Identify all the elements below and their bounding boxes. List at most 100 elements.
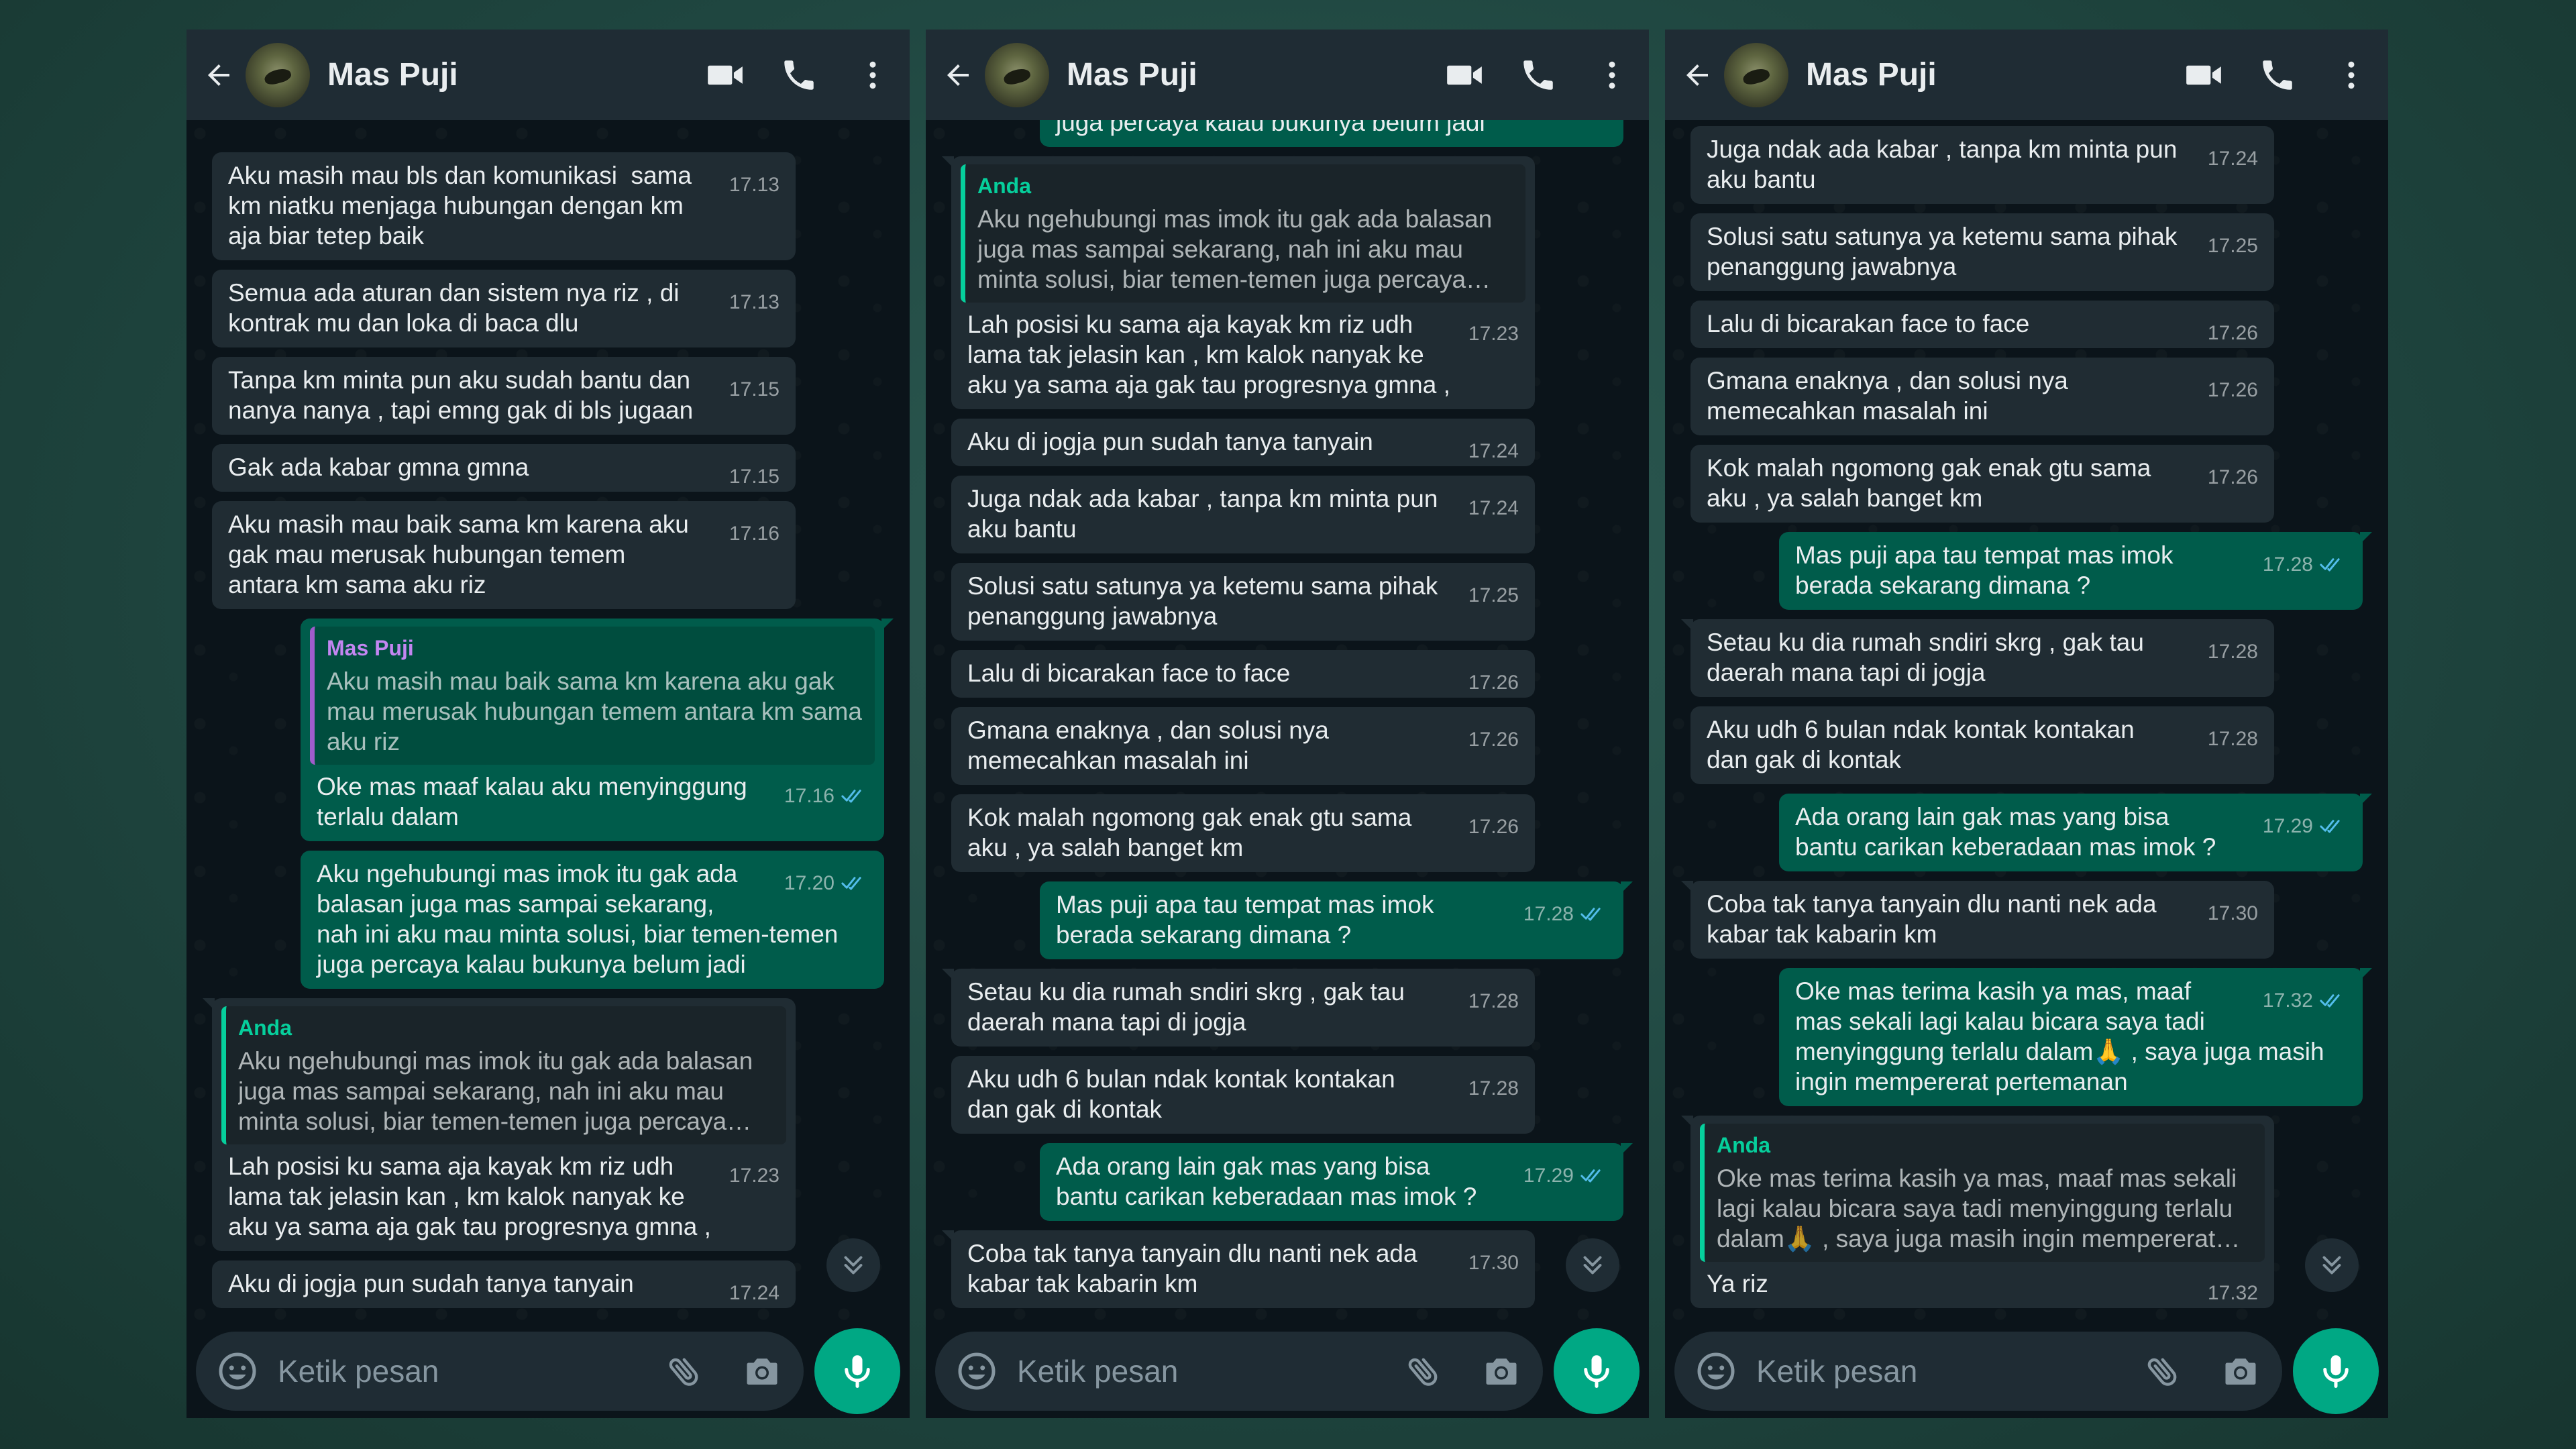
voice-call-icon[interactable] [762, 42, 836, 109]
more-options-icon[interactable] [1575, 42, 1649, 109]
message-bubble[interactable]: 17.16 Aku masih mau baik sama km karena a… [212, 501, 796, 609]
message-bubble[interactable]: 17.26 Gmana enaknya , dan solusi nya meme… [951, 707, 1535, 785]
message-time: 17.26 [2207, 322, 2258, 344]
voice-call-icon[interactable] [2241, 42, 2314, 109]
message-bubble[interactable]: 17.24 Aku di jogja pun sudah tanya tanyai… [212, 1260, 796, 1308]
quoted-message[interactable]: Anda Aku ngehubungi mas imok itu gak ada … [961, 164, 1525, 303]
chat-area[interactable]: 17.13 Aku masih mau bls dan komunikasi sa… [186, 120, 910, 1324]
attach-icon[interactable] [1398, 1346, 1449, 1397]
more-options-icon[interactable] [836, 42, 910, 109]
message-bubble[interactable]: 17.30 Coba tak tanya tanyain dlu nanti ne… [1681, 881, 2274, 959]
mic-icon[interactable] [1554, 1328, 1640, 1414]
avatar[interactable] [1724, 42, 1788, 107]
message-text: Solusi satu satunya ya ketemu sama pihak… [967, 572, 1445, 630]
attach-icon[interactable] [659, 1346, 710, 1397]
video-call-icon[interactable] [1428, 42, 1501, 109]
video-call-icon[interactable] [2167, 42, 2241, 109]
more-options-icon-glyph [869, 61, 876, 89]
message-bubble[interactable]: 17.26 Gmana enaknya , dan solusi nya meme… [1690, 358, 2274, 435]
message-input-box[interactable]: Ketik pesan [196, 1332, 804, 1411]
message-bubble[interactable]: 17.28 Setau ku dia rumah sndiri skrg , ga… [942, 969, 1535, 1046]
chat-area[interactable]: 17.24 Juga ndak ada kabar , tanpa km mint… [1665, 120, 2388, 1324]
message-bubble[interactable]: 17.25 Solusi satu satunya ya ketemu sama … [1690, 213, 2274, 291]
message-bubble[interactable]: Anda Oke mas terima kasih ya mas, maaf ma… [1681, 1116, 2274, 1308]
message-bubble[interactable]: 17.15 Tanpa km minta pun aku sudah bantu … [212, 357, 796, 435]
emoji-icon[interactable] [212, 1346, 263, 1397]
read-ticks-icon-glyph [841, 877, 861, 890]
message-bubble[interactable]: 17.26 Lalu di bicarakan face to face [1690, 301, 2274, 348]
video-call-icon-glyph [2186, 65, 2221, 85]
message-input-box[interactable]: Ketik pesan [1674, 1332, 2282, 1411]
message-meta: 17.23 [1468, 319, 1519, 349]
read-ticks-icon-glyph [2320, 820, 2340, 833]
message-bubble[interactable]: 17.13 Aku masih mau bls dan komunikasi sa… [212, 152, 796, 260]
message-bubble[interactable]: 17.28 Setau ku dia rumah sndiri skrg , ga… [1681, 619, 2274, 697]
message-bubble[interactable]: Mas Puji Aku masih mau baik sama km karen… [301, 619, 894, 841]
message-bubble[interactable]: 17.13 Semua ada aturan dan sistem nya riz… [212, 270, 796, 347]
message-bubble[interactable]: 17.29 Ada orang lain gak mas yang bisa ba… [1779, 794, 2372, 871]
scroll-to-bottom-icon[interactable] [2305, 1238, 2359, 1292]
message-meta: 17.26 [1468, 667, 1519, 698]
contact-name[interactable]: Mas Puji [1806, 56, 2167, 93]
contact-name[interactable]: Mas Puji [1067, 56, 1428, 93]
quoted-message[interactable]: Anda Oke mas terima kasih ya mas, maaf ma… [1700, 1124, 2265, 1262]
message-bubble[interactable]: 17.26 Kok malah ngomong gak enak gtu sama… [1690, 445, 2274, 523]
read-ticks-icon-glyph [841, 790, 861, 803]
message-meta: 17.13 [729, 170, 780, 200]
message-time: 17.26 [1468, 816, 1519, 838]
message-bubble[interactable]: 17.24 Aku di jogja pun sudah tanya tanyai… [951, 419, 1535, 466]
camera-icon[interactable] [737, 1346, 788, 1397]
emoji-icon[interactable] [1690, 1346, 1741, 1397]
message-bubble[interactable]: 17.20Aku ngehubungi mas imok itu gak ada… [301, 851, 884, 989]
message-bubble[interactable]: Anda Aku ngehubungi mas imok itu gak ada … [942, 156, 1535, 409]
message-bubble[interactable]: 17.28 Aku udh 6 bulan ndak kontak kontaka… [951, 1056, 1535, 1134]
read-ticks-icon [2320, 552, 2347, 582]
message-bubble[interactable]: 17.24 Juga ndak ada kabar , tanpa km mint… [951, 476, 1535, 553]
message-text: Aku ngehubungi mas imok itu gak ada bala… [1056, 120, 1485, 136]
camera-icon[interactable] [2215, 1346, 2266, 1397]
message-input[interactable]: Ketik pesan [1756, 1353, 2137, 1389]
attach-icon[interactable] [2137, 1346, 2188, 1397]
message-input[interactable]: Ketik pesan [1017, 1353, 1398, 1389]
message-bubble[interactable]: Anda Aku ngehubungi mas imok itu gak ada … [203, 998, 796, 1251]
message-bubble[interactable]: 17.26 Kok malah ngomong gak enak gtu sama… [951, 794, 1535, 872]
message-bubble[interactable]: 17.20Aku ngehubungi mas imok itu gak ada… [1040, 120, 1623, 147]
back-arrow-icon[interactable] [1670, 42, 1724, 109]
back-arrow-icon[interactable] [192, 42, 246, 109]
avatar[interactable] [985, 42, 1049, 107]
chat-panel-1: Mas Puji 17.13 Aku masih mau bls dan komun… [186, 30, 910, 1418]
scroll-to-bottom-icon-glyph [1583, 1256, 1602, 1275]
message-bubble[interactable]: 17.28 Mas puji apa tau tempat mas imok be… [1779, 532, 2372, 610]
message-bubble[interactable]: 17.29 Ada orang lain gak mas yang bisa ba… [1040, 1143, 1633, 1221]
emoji-icon[interactable] [951, 1346, 1002, 1397]
mic-icon[interactable] [814, 1328, 900, 1414]
message-input-box[interactable]: Ketik pesan [935, 1332, 1543, 1411]
message-meta: 17.30 [1468, 1248, 1519, 1278]
message-input[interactable]: Ketik pesan [278, 1353, 659, 1389]
more-options-icon[interactable] [2314, 42, 2388, 109]
scroll-to-bottom-icon[interactable] [826, 1238, 880, 1292]
message-bubble[interactable]: 17.32 Oke mas terima kasih ya mas, maaf m… [1779, 968, 2372, 1106]
chat-area[interactable]: 17.20Aku ngehubungi mas imok itu gak ada… [926, 120, 1649, 1324]
message-time: 17.24 [729, 1282, 780, 1304]
quoted-message[interactable]: Mas Puji Aku masih mau baik sama km karen… [310, 627, 875, 765]
message-bubble[interactable]: 17.15 Gak ada kabar gmna gmna [212, 444, 796, 492]
quoted-message[interactable]: Anda Aku ngehubungi mas imok itu gak ada … [221, 1006, 786, 1144]
message-bubble[interactable]: 17.30 Coba tak tanya tanyain dlu nanti ne… [942, 1230, 1535, 1308]
scroll-to-bottom-icon-glyph [844, 1256, 863, 1275]
scroll-to-bottom-icon[interactable] [1566, 1238, 1619, 1292]
back-arrow-icon[interactable] [931, 42, 985, 109]
voice-call-icon[interactable] [1501, 42, 1575, 109]
message-bubble[interactable]: 17.28 Aku udh 6 bulan ndak kontak kontaka… [1690, 706, 2274, 784]
message-bubble[interactable]: 17.28 Mas puji apa tau tempat mas imok be… [1040, 881, 1633, 959]
message-meta: 17.20 [784, 868, 868, 901]
avatar[interactable] [246, 42, 310, 107]
contact-name[interactable]: Mas Puji [327, 56, 688, 93]
message-bubble[interactable]: 17.26 Lalu di bicarakan face to face [951, 650, 1535, 698]
emoji-icon-glyph [1697, 1352, 1735, 1390]
message-bubble[interactable]: 17.25 Solusi satu satunya ya ketemu sama … [951, 563, 1535, 641]
message-bubble[interactable]: 17.24 Juga ndak ada kabar , tanpa km mint… [1690, 126, 2274, 204]
mic-icon[interactable] [2293, 1328, 2379, 1414]
camera-icon[interactable] [1476, 1346, 1527, 1397]
video-call-icon[interactable] [688, 42, 762, 109]
